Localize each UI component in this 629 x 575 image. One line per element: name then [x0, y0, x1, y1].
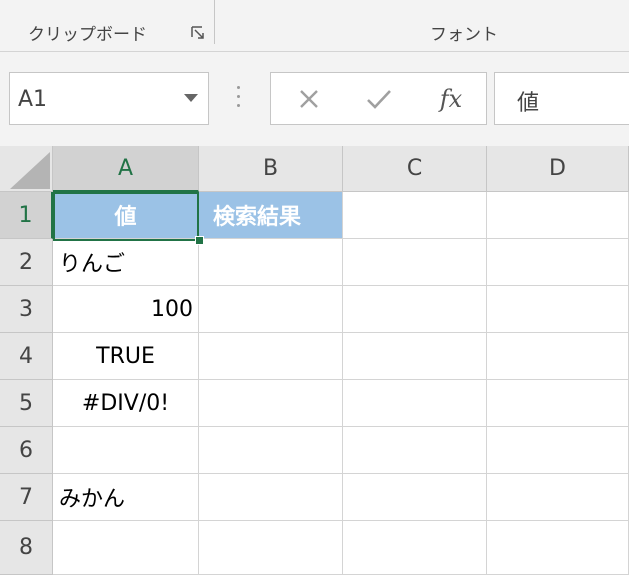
ribbon-divider: [214, 0, 215, 44]
fx-label: fx: [439, 84, 463, 113]
cell-b5[interactable]: [199, 380, 343, 427]
column-header-b[interactable]: B: [199, 146, 343, 192]
name-box-value: A1: [18, 87, 48, 112]
cell-c6[interactable]: [343, 427, 487, 474]
row-header-3[interactable]: 3: [0, 286, 53, 333]
formula-buttons: fx: [270, 72, 487, 125]
row-header-1[interactable]: 1: [0, 192, 53, 239]
cell-d3[interactable]: [487, 286, 629, 333]
cross-icon[interactable]: [279, 73, 339, 124]
cell-a2[interactable]: りんご: [53, 239, 199, 286]
cell-c1[interactable]: [343, 192, 487, 239]
column-header-a[interactable]: A: [53, 146, 199, 192]
select-all-corner[interactable]: [0, 146, 53, 192]
cell-b7[interactable]: [199, 474, 343, 521]
chevron-down-icon[interactable]: [184, 94, 198, 102]
cell-a4[interactable]: TRUE: [53, 333, 199, 380]
cell-c3[interactable]: [343, 286, 487, 333]
cell-b6[interactable]: [199, 427, 343, 474]
row-header-8[interactable]: 8: [0, 521, 53, 575]
cell-c2[interactable]: [343, 239, 487, 286]
cell-a6[interactable]: [53, 427, 199, 474]
cell-d7[interactable]: [487, 474, 629, 521]
cell-d6[interactable]: [487, 427, 629, 474]
cell-b4[interactable]: [199, 333, 343, 380]
clipboard-group-label: クリップボード: [28, 25, 147, 45]
row-header-2[interactable]: 2: [0, 239, 53, 286]
cell-a1[interactable]: 値: [53, 192, 199, 239]
cell-d2[interactable]: [487, 239, 629, 286]
cell-d5[interactable]: [487, 380, 629, 427]
row-header-5[interactable]: 5: [0, 380, 53, 427]
cell-c4[interactable]: [343, 333, 487, 380]
cell-b1[interactable]: 検索結果: [199, 192, 343, 239]
cell-d8[interactable]: [487, 521, 629, 575]
cell-b2[interactable]: [199, 239, 343, 286]
grip-icon[interactable]: [237, 86, 241, 112]
cell-c7[interactable]: [343, 474, 487, 521]
cell-d4[interactable]: [487, 333, 629, 380]
name-box[interactable]: A1: [9, 72, 209, 125]
font-group-label: フォント: [430, 25, 498, 45]
cell-a7[interactable]: みかん: [53, 474, 199, 521]
fill-handle[interactable]: [195, 236, 204, 245]
cell-d1[interactable]: [487, 192, 629, 239]
dialog-launcher-icon[interactable]: [190, 25, 207, 42]
column-header-c[interactable]: C: [343, 146, 487, 192]
cell-a5[interactable]: #DIV/0!: [53, 380, 199, 427]
insert-function-button[interactable]: fx: [421, 73, 481, 124]
row-header-4[interactable]: 4: [0, 333, 53, 380]
ribbon: クリップボード フォント: [0, 0, 629, 52]
formula-content: 値: [517, 91, 540, 116]
column-header-d[interactable]: D: [487, 146, 629, 192]
cell-b8[interactable]: [199, 521, 343, 575]
row-header-6[interactable]: 6: [0, 427, 53, 474]
check-icon[interactable]: [349, 73, 409, 124]
cell-c5[interactable]: [343, 380, 487, 427]
row-header-7[interactable]: 7: [0, 474, 53, 521]
cell-a3[interactable]: 100: [53, 286, 199, 333]
cell-a8[interactable]: [53, 521, 199, 575]
formula-input[interactable]: 値: [494, 72, 629, 125]
cell-b3[interactable]: [199, 286, 343, 333]
cell-c8[interactable]: [343, 521, 487, 575]
